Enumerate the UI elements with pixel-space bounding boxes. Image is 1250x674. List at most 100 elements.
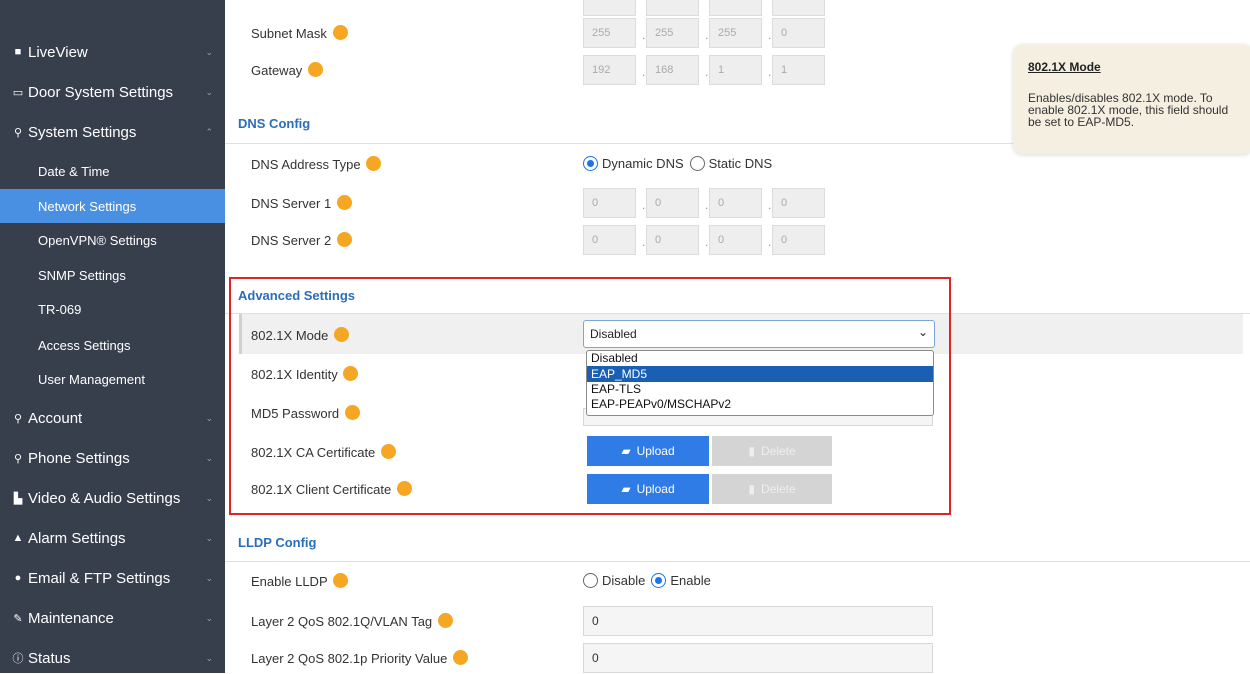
sidebar-subitem-access-settings[interactable]: Access Settings bbox=[0, 328, 225, 362]
sidebar-item-status[interactable]: ⓘ Status ⌄ bbox=[0, 642, 225, 674]
sidebar-item-alarm-settings[interactable]: ▲ Alarm Settings ⌄ bbox=[0, 522, 225, 554]
gateway-octet-3[interactable]: 1 bbox=[709, 55, 762, 85]
dns2-octet-1[interactable]: 0 bbox=[583, 225, 636, 255]
priority-value-input[interactable]: 0 bbox=[583, 643, 933, 673]
ip-dot: . bbox=[768, 198, 772, 212]
ip-dot: . bbox=[642, 65, 646, 79]
alarm-icon: ▲ bbox=[12, 532, 24, 544]
tooltip-title: 802.1X Mode bbox=[1028, 60, 1101, 74]
dns-config-title: DNS Config bbox=[238, 116, 311, 131]
ip-dot: . bbox=[642, 235, 646, 249]
sidebar-item-maintenance[interactable]: ✎ Maintenance ⌄ bbox=[0, 602, 225, 634]
email-ftp-icon: ● bbox=[14, 572, 22, 584]
ip-octet-input[interactable] bbox=[583, 0, 636, 16]
video-audio-icon: ▙ bbox=[13, 492, 23, 505]
gateway-label: Gateway bbox=[251, 62, 323, 78]
vlan-tag-input[interactable]: 0 bbox=[583, 606, 933, 636]
sidebar-item-label: Video & Audio Settings bbox=[28, 489, 181, 507]
sidebar-subitem-tr069[interactable]: TR-069 bbox=[0, 292, 225, 326]
warning-icon[interactable] bbox=[307, 62, 323, 77]
gateway-octet-4[interactable]: 1 bbox=[772, 55, 825, 85]
chevron-down-icon: ⌄ bbox=[205, 572, 213, 583]
ip-octet-input[interactable] bbox=[772, 0, 825, 16]
lldp-enable-radio[interactable] bbox=[651, 573, 667, 588]
dns-static-radio[interactable] bbox=[689, 156, 705, 171]
warning-icon[interactable] bbox=[336, 232, 352, 247]
gateway-octet-1[interactable]: 192 bbox=[583, 55, 636, 85]
sidebar-item-label: System Settings bbox=[28, 123, 137, 141]
lldp-config-title: LLDP Config bbox=[238, 535, 317, 550]
dns2-octet-3[interactable]: 0 bbox=[709, 225, 762, 255]
sidebar-subitem-label: User Management bbox=[38, 371, 145, 387]
gateway-octet-2[interactable]: 168 bbox=[646, 55, 699, 85]
dns-dynamic-label: Dynamic DNS bbox=[602, 156, 684, 171]
subnet-octet-3[interactable]: 255 bbox=[709, 18, 762, 48]
sidebar-subitem-openvpn[interactable]: OpenVPN® Settings bbox=[0, 223, 225, 257]
chevron-down-icon: ⌄ bbox=[205, 46, 213, 57]
subnet-mask-label: Subnet Mask bbox=[251, 25, 348, 41]
subnet-octet-1[interactable]: 255 bbox=[583, 18, 636, 48]
ip-dot: . bbox=[768, 65, 772, 79]
sidebar-subitem-user-management[interactable]: User Management bbox=[0, 362, 225, 396]
dns2-octet-4[interactable]: 0 bbox=[772, 225, 825, 255]
sidebar-subitem-label: Access Settings bbox=[38, 337, 131, 353]
highlight-box bbox=[229, 277, 951, 515]
help-tooltip: 802.1X Mode Enables/disables 802.1X mode… bbox=[1013, 44, 1250, 154]
dns-dynamic-radio[interactable] bbox=[583, 156, 598, 171]
sidebar-item-liveview[interactable]: ■ LiveView ⌄ bbox=[0, 36, 225, 68]
sidebar-subitem-snmp[interactable]: SNMP Settings bbox=[0, 258, 225, 292]
dns1-octet-2[interactable]: 0 bbox=[646, 188, 699, 218]
sidebar-item-label: Alarm Settings bbox=[28, 529, 126, 547]
chevron-down-icon: ⌄ bbox=[205, 86, 213, 97]
dns1-octet-4[interactable]: 0 bbox=[772, 188, 825, 218]
ip-dot: . bbox=[768, 235, 772, 249]
sidebar-subitem-date-time[interactable]: Date & Time bbox=[0, 154, 225, 188]
sidebar-item-label: Door System Settings bbox=[28, 83, 174, 101]
subnet-octet-2[interactable]: 255 bbox=[646, 18, 699, 48]
sidebar-subitem-network-settings[interactable]: Network Settings bbox=[0, 189, 225, 223]
ip-octet-input[interactable] bbox=[646, 0, 699, 16]
liveview-icon: ■ bbox=[14, 46, 22, 58]
sidebar-subitem-label: OpenVPN® Settings bbox=[38, 232, 157, 248]
warning-icon[interactable] bbox=[333, 573, 348, 588]
warning-icon[interactable] bbox=[366, 156, 382, 171]
sidebar-item-label: Phone Settings bbox=[28, 449, 130, 467]
warning-icon[interactable] bbox=[332, 25, 348, 40]
vlan-tag-label: Layer 2 QoS 802.1Q/VLAN Tag bbox=[251, 613, 453, 629]
chevron-down-icon: ⌄ bbox=[205, 532, 213, 543]
sidebar-item-video-audio[interactable]: ▙ Video & Audio Settings ⌄ bbox=[0, 482, 225, 514]
lldp-disable-radio[interactable] bbox=[583, 573, 598, 588]
sidebar-subitem-label: TR-069 bbox=[38, 301, 82, 317]
ip-dot: . bbox=[642, 28, 646, 42]
wrench-icon: ✎ bbox=[13, 612, 23, 625]
dns2-octet-2[interactable]: 0 bbox=[646, 225, 699, 255]
subnet-octet-4[interactable]: 0 bbox=[772, 18, 825, 48]
warning-icon[interactable] bbox=[452, 650, 468, 665]
dns-address-type-label: DNS Address Type bbox=[251, 156, 382, 172]
sidebar-item-email-ftp[interactable]: ● Email & FTP Settings ⌄ bbox=[0, 562, 225, 594]
warning-icon[interactable] bbox=[336, 195, 352, 210]
sidebar-subitem-label: Date & Time bbox=[38, 163, 110, 179]
ip-octet-input[interactable] bbox=[709, 0, 762, 16]
dns1-octet-1[interactable]: 0 bbox=[583, 188, 636, 218]
sidebar-item-door-system[interactable]: ▭ Door System Settings ⌄ bbox=[0, 76, 225, 108]
ip-dot: . bbox=[705, 235, 709, 249]
lldp-disable-label: Disable bbox=[602, 573, 646, 588]
enable-lldp-label: Enable LLDP bbox=[251, 573, 348, 589]
ip-dot: . bbox=[705, 198, 709, 212]
sidebar-subitem-label: Network Settings bbox=[38, 198, 137, 214]
dns-address-type-radios: Dynamic DNS Static DNS bbox=[583, 156, 772, 171]
sidebar-item-label: Status bbox=[28, 649, 71, 667]
sidebar-item-account[interactable]: ⚲ Account ⌄ bbox=[0, 402, 225, 434]
warning-icon[interactable] bbox=[437, 613, 453, 628]
sidebar-item-phone-settings[interactable]: ⚲ Phone Settings ⌄ bbox=[0, 442, 225, 474]
dns1-octet-3[interactable]: 0 bbox=[709, 188, 762, 218]
chevron-up-icon: ⌃ bbox=[205, 126, 213, 137]
lldp-enable-label: Enable bbox=[670, 573, 711, 588]
chevron-down-icon: ⌄ bbox=[205, 412, 213, 423]
enable-lldp-radios: Disable Enable bbox=[583, 573, 711, 588]
chevron-down-icon: ⌄ bbox=[205, 492, 213, 503]
phone-icon: ⚲ bbox=[13, 452, 23, 465]
sidebar-item-system-settings[interactable]: ⚲ System Settings ⌃ bbox=[0, 116, 225, 148]
sidebar-item-label: Account bbox=[28, 409, 83, 427]
